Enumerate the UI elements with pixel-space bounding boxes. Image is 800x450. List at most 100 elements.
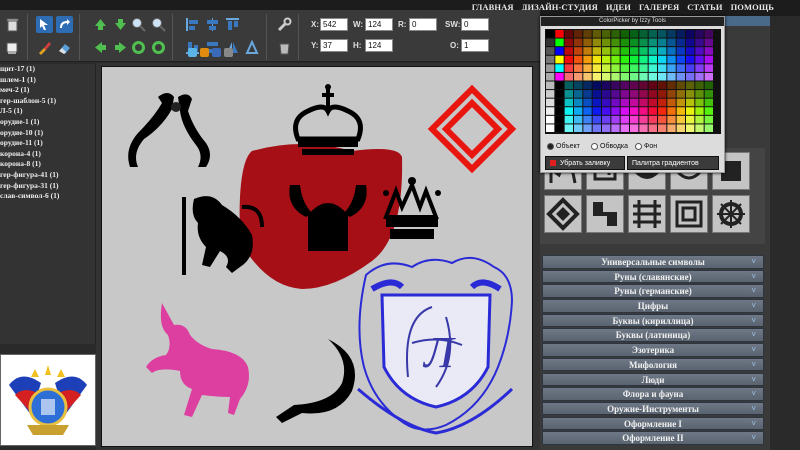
palette-swatch[interactable] — [602, 72, 611, 81]
palette-swatch[interactable] — [676, 98, 685, 107]
layer-item[interactable]: шлем-1 (1) — [0, 75, 95, 86]
palette-swatch[interactable] — [686, 98, 695, 107]
palette-swatch[interactable] — [658, 115, 667, 124]
palette-swatch[interactable] — [695, 55, 704, 64]
zoom-in-icon[interactable] — [130, 16, 147, 33]
palette-swatch[interactable] — [639, 98, 648, 107]
palette-swatch[interactable] — [704, 115, 713, 124]
o-input[interactable]: 1 — [461, 39, 489, 52]
palette-swatch[interactable] — [676, 81, 685, 90]
palette-swatch[interactable] — [630, 47, 639, 55]
palette-swatch[interactable] — [639, 124, 648, 132]
palette-swatch[interactable] — [639, 64, 648, 72]
crown-symbol[interactable] — [293, 84, 363, 155]
palette-swatch[interactable] — [555, 72, 564, 81]
palette-swatch[interactable] — [564, 64, 573, 72]
share-icon[interactable] — [224, 48, 233, 57]
palette-swatch[interactable] — [695, 30, 704, 38]
palette-swatch[interactable] — [611, 107, 620, 115]
x-input[interactable]: 542 — [320, 18, 348, 31]
palette-swatch[interactable] — [555, 90, 564, 98]
palette-swatch[interactable] — [658, 55, 667, 64]
palette-swatch[interactable] — [574, 30, 583, 38]
palette-swatch[interactable] — [583, 30, 592, 38]
palette-swatch[interactable] — [620, 30, 629, 38]
palette-swatch[interactable] — [639, 38, 648, 47]
palette-swatch[interactable] — [676, 64, 685, 72]
palette-swatch[interactable] — [574, 38, 583, 47]
palette-swatch[interactable] — [704, 124, 713, 132]
palette-swatch[interactable] — [574, 55, 583, 64]
palette-swatch[interactable] — [592, 30, 601, 38]
palette-swatch[interactable] — [658, 107, 667, 115]
palette-swatch[interactable] — [658, 47, 667, 55]
eraser-tool-icon[interactable] — [56, 39, 73, 56]
palette-swatch[interactable] — [546, 47, 555, 55]
palette-swatch[interactable] — [630, 72, 639, 81]
redo-arrow-icon[interactable] — [56, 16, 73, 33]
palette-swatch[interactable] — [648, 64, 657, 72]
palette-swatch[interactable] — [620, 124, 629, 132]
palette-swatch[interactable] — [583, 38, 592, 47]
palette-swatch[interactable] — [676, 38, 685, 47]
palette-swatch[interactable] — [602, 81, 611, 90]
palette-swatch[interactable] — [695, 124, 704, 132]
palette-swatch[interactable] — [704, 81, 713, 90]
palette-swatch[interactable] — [620, 107, 629, 115]
palette-swatch[interactable] — [620, 81, 629, 90]
palette-swatch[interactable] — [583, 55, 592, 64]
palette-swatch[interactable] — [667, 107, 676, 115]
palette-swatch[interactable] — [639, 55, 648, 64]
palette-swatch[interactable] — [564, 72, 573, 81]
palette-swatch[interactable] — [648, 47, 657, 55]
sw-input[interactable]: 0 — [461, 18, 489, 31]
symbol-tile-9[interactable] — [670, 195, 708, 233]
palette-swatch[interactable] — [611, 47, 620, 55]
palette-swatch[interactable] — [583, 72, 592, 81]
palette-swatch[interactable] — [602, 55, 611, 64]
palette-swatch[interactable] — [555, 30, 564, 38]
remove-fill-button[interactable]: Убрать заливку — [545, 156, 625, 170]
radio-background[interactable]: Фон — [635, 143, 657, 150]
palette-swatch[interactable] — [667, 90, 676, 98]
palette-swatch[interactable] — [620, 38, 629, 47]
palette-swatch[interactable] — [620, 90, 629, 98]
palette-swatch[interactable] — [630, 107, 639, 115]
radio-object[interactable]: Объект — [547, 143, 580, 150]
palette-swatch[interactable] — [695, 64, 704, 72]
layer-item[interactable]: меч-2 (1) — [0, 85, 95, 96]
wrench-icon[interactable] — [276, 16, 293, 33]
palette-swatch[interactable] — [546, 115, 555, 124]
palette-swatch[interactable] — [630, 98, 639, 107]
palette-swatch[interactable] — [592, 107, 601, 115]
palette-swatch[interactable] — [667, 98, 676, 107]
palette-swatch[interactable] — [676, 124, 685, 132]
palette-swatch[interactable] — [630, 38, 639, 47]
palette-swatch[interactable] — [592, 72, 601, 81]
palette-swatch[interactable] — [555, 38, 564, 47]
palette-swatch[interactable] — [583, 107, 592, 115]
h-input[interactable]: 124 — [365, 39, 393, 52]
palette-swatch[interactable] — [620, 55, 629, 64]
palette-swatch[interactable] — [695, 38, 704, 47]
palette-swatch[interactable] — [667, 30, 676, 38]
move-down-icon[interactable] — [112, 16, 129, 33]
palette-swatch[interactable] — [564, 98, 573, 107]
palette-swatch[interactable] — [574, 115, 583, 124]
palette-swatch[interactable] — [611, 64, 620, 72]
palette-swatch[interactable] — [602, 30, 611, 38]
symbol-tile-8[interactable] — [628, 195, 666, 233]
palette-swatch[interactable] — [602, 98, 611, 107]
palette-swatch[interactable] — [648, 115, 657, 124]
palette-swatch[interactable] — [639, 81, 648, 90]
category-item[interactable]: Флора и фауна ˅ — [542, 387, 764, 401]
palette-swatch[interactable] — [555, 81, 564, 90]
palette-swatch[interactable] — [555, 47, 564, 55]
palette-swatch[interactable] — [686, 90, 695, 98]
palette-swatch[interactable] — [564, 81, 573, 90]
odnoklassniki-icon[interactable] — [200, 48, 209, 57]
palette-swatch[interactable] — [630, 90, 639, 98]
r-input[interactable]: 0 — [409, 18, 437, 31]
palette-swatch[interactable] — [564, 90, 573, 98]
palette-swatch[interactable] — [658, 72, 667, 81]
